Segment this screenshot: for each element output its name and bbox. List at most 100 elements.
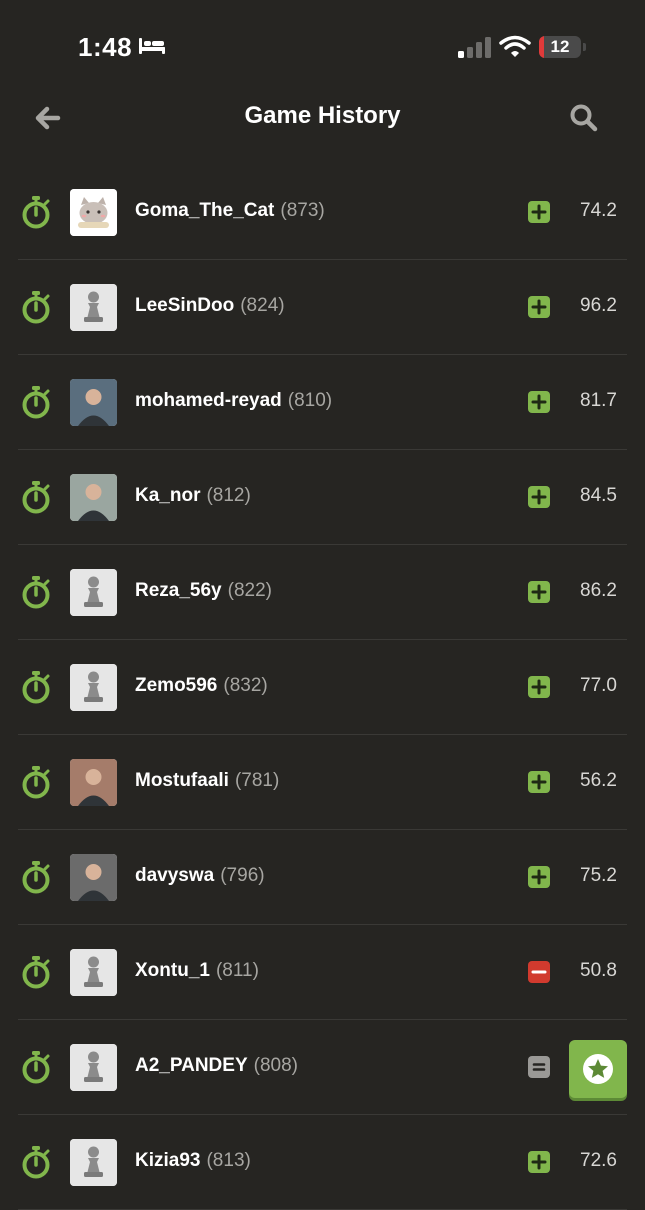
player-name[interactable]: Zemo596 — [135, 675, 217, 696]
pawn-avatar-icon — [70, 949, 117, 996]
player-name[interactable]: davyswa — [135, 865, 214, 886]
game-row[interactable]: A2_PANDEY (808) — [0, 1020, 645, 1115]
search-icon — [570, 104, 598, 132]
avatar — [70, 854, 117, 901]
page-title: Game History — [244, 102, 401, 129]
pawn-avatar-icon — [70, 284, 117, 331]
game-history-list: Goma_The_Cat (873) 74.2 LeeSinDoo (824) 96.2 m… — [0, 165, 645, 1210]
player-name[interactable]: Mostufaali — [135, 770, 229, 791]
game-row[interactable]: LeeSinDoo (824) 96.2 — [0, 260, 645, 355]
win-result-icon — [528, 866, 550, 888]
pawn-avatar-icon — [70, 569, 117, 616]
win-result-icon — [528, 486, 550, 508]
timer-icon — [20, 575, 52, 609]
pawn-avatar-icon — [70, 1139, 117, 1186]
sleep-bed-icon — [139, 38, 165, 54]
timer-icon — [20, 195, 52, 229]
status-time: 1:48 — [78, 32, 133, 62]
battery-icon: 12 — [539, 36, 587, 58]
player-rating: (810) — [287, 390, 333, 411]
accuracy-value: 56.2 — [580, 770, 617, 791]
player-info: Zemo596 (832) — [135, 675, 268, 697]
player-rating: (812) — [206, 485, 251, 506]
player-info: Xontu_1 (811) — [135, 960, 259, 982]
win-result-icon — [528, 201, 550, 223]
loss-result-icon — [528, 961, 550, 983]
timer-icon — [20, 1050, 52, 1084]
battery-level: 12 — [550, 37, 570, 56]
player-name[interactable]: mohamed-reyad — [135, 390, 282, 411]
win-result-icon — [528, 296, 550, 318]
win-result-icon — [528, 581, 550, 603]
accuracy-value: 84.5 — [580, 485, 617, 506]
timer-icon — [20, 385, 52, 419]
game-row[interactable]: Zemo596 (832) 77.0 — [0, 640, 645, 735]
win-result-icon — [528, 391, 550, 413]
accuracy-value: 96.2 — [580, 295, 617, 316]
player-name[interactable]: Ka_nor — [135, 485, 200, 506]
win-result-icon — [528, 771, 550, 793]
player-rating: (832) — [223, 675, 268, 696]
pawn-avatar-icon — [70, 1044, 117, 1091]
player-rating: (873) — [280, 200, 325, 221]
status-bar: 1:48 12 — [0, 0, 645, 90]
player-info: A2_PANDEY (808) — [135, 1055, 298, 1077]
pawn-avatar-icon — [70, 664, 117, 711]
accuracy-value: 86.2 — [580, 580, 617, 601]
player-info: mohamed-reyad (810) — [135, 390, 332, 412]
accuracy-value: 75.2 — [580, 865, 617, 886]
favorite-fab-button[interactable] — [569, 1040, 627, 1098]
player-rating: (824) — [240, 295, 285, 316]
player-info: davyswa (796) — [135, 865, 265, 887]
accuracy-value: 72.6 — [580, 1150, 617, 1171]
avatar — [70, 759, 117, 806]
player-name[interactable]: Kizia93 — [135, 1150, 200, 1171]
player-rating: (822) — [227, 580, 272, 601]
timer-icon — [20, 955, 52, 989]
accuracy-value: 50.8 — [580, 960, 617, 981]
game-row[interactable]: Ka_nor (812) 84.5 — [0, 450, 645, 545]
player-info: Kizia93 (813) — [135, 1150, 251, 1172]
search-button[interactable] — [566, 100, 602, 136]
timer-icon — [20, 670, 52, 704]
player-rating: (811) — [215, 960, 259, 981]
game-row[interactable]: Reza_56y (822) 86.2 — [0, 545, 645, 640]
timer-icon — [20, 480, 52, 514]
cellular-signal-icon — [458, 37, 491, 58]
player-rating: (781) — [234, 770, 280, 791]
player-info: LeeSinDoo (824) — [135, 295, 285, 317]
player-name[interactable]: Xontu_1 — [135, 960, 210, 981]
player-rating: (813) — [206, 1150, 251, 1171]
avatar — [70, 474, 117, 521]
win-result-icon — [528, 676, 550, 698]
player-info: Mostufaali (781) — [135, 770, 279, 792]
game-row[interactable]: davyswa (796) 75.2 — [0, 830, 645, 925]
player-name[interactable]: Goma_The_Cat — [135, 200, 274, 221]
avatar — [70, 379, 117, 426]
game-row[interactable]: Xontu_1 (811) 50.8 — [0, 925, 645, 1020]
win-result-icon — [528, 1151, 550, 1173]
game-row[interactable]: Goma_The_Cat (873) 74.2 — [0, 165, 645, 260]
timer-icon — [20, 860, 52, 894]
game-row[interactable]: Mostufaali (781) 56.2 — [0, 735, 645, 830]
wifi-icon — [499, 35, 531, 57]
avatar — [70, 189, 117, 236]
timer-icon — [20, 290, 52, 324]
player-info: Reza_56y (822) — [135, 580, 272, 602]
player-info: Ka_nor (812) — [135, 485, 251, 507]
accuracy-value: 74.2 — [580, 200, 617, 221]
game-row[interactable]: mohamed-reyad (810) 81.7 — [0, 355, 645, 450]
game-row[interactable]: Kizia93 (813) 72.6 — [0, 1115, 645, 1210]
player-rating: (808) — [253, 1055, 298, 1076]
timer-icon — [20, 765, 52, 799]
star-icon — [583, 1054, 613, 1084]
player-name[interactable]: Reza_56y — [135, 580, 222, 601]
draw-result-icon — [528, 1056, 550, 1078]
accuracy-value: 81.7 — [580, 390, 617, 411]
header: Game History — [0, 90, 645, 150]
player-name[interactable]: A2_PANDEY — [135, 1055, 248, 1076]
accuracy-value: 77.0 — [580, 675, 617, 696]
timer-icon — [20, 1145, 52, 1179]
player-name[interactable]: LeeSinDoo — [135, 295, 234, 316]
player-info: Goma_The_Cat (873) — [135, 200, 325, 222]
